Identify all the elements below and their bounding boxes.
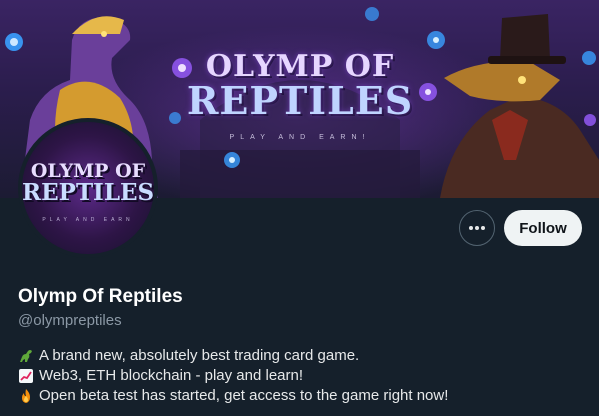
banner-logo: OLYMP OF REPTILES bbox=[170, 52, 430, 120]
avatar-logo: OLYMP OF REPTILES bbox=[22, 162, 155, 206]
dinosaur-icon bbox=[20, 350, 32, 362]
bio-line: Web3, ETH blockchain - play and learn! bbox=[18, 366, 448, 386]
banner-title-line2: REPTILES bbox=[186, 78, 414, 123]
follow-button[interactable]: Follow bbox=[504, 210, 582, 246]
profile-handle: @olympreptiles bbox=[18, 312, 122, 329]
banner-subtitle: PLAY AND EARN! bbox=[229, 134, 371, 141]
chart-increasing-icon bbox=[19, 369, 33, 383]
avatar-title-line2: REPTILES bbox=[22, 179, 155, 206]
bio-text: Open beta test has started, get access t… bbox=[39, 387, 449, 404]
bio-text: A brand new, absolutely best trading car… bbox=[39, 347, 360, 364]
more-dots-icon bbox=[469, 226, 485, 230]
fire-icon bbox=[22, 389, 30, 403]
bio-line: A brand new, absolutely best trading car… bbox=[18, 346, 448, 366]
more-options-button[interactable] bbox=[459, 210, 495, 246]
profile-bio: A brand new, absolutely best trading car… bbox=[18, 346, 448, 406]
profile-avatar[interactable]: OLYMP OF REPTILES PLAY AND EARN bbox=[18, 118, 158, 258]
bio-text: Web3, ETH blockchain - play and learn! bbox=[39, 367, 304, 384]
avatar-subtitle: PLAY AND EARN bbox=[42, 217, 134, 223]
profile-name: Olymp Of Reptiles bbox=[18, 286, 183, 307]
bio-line: Open beta test has started, get access t… bbox=[18, 386, 448, 406]
